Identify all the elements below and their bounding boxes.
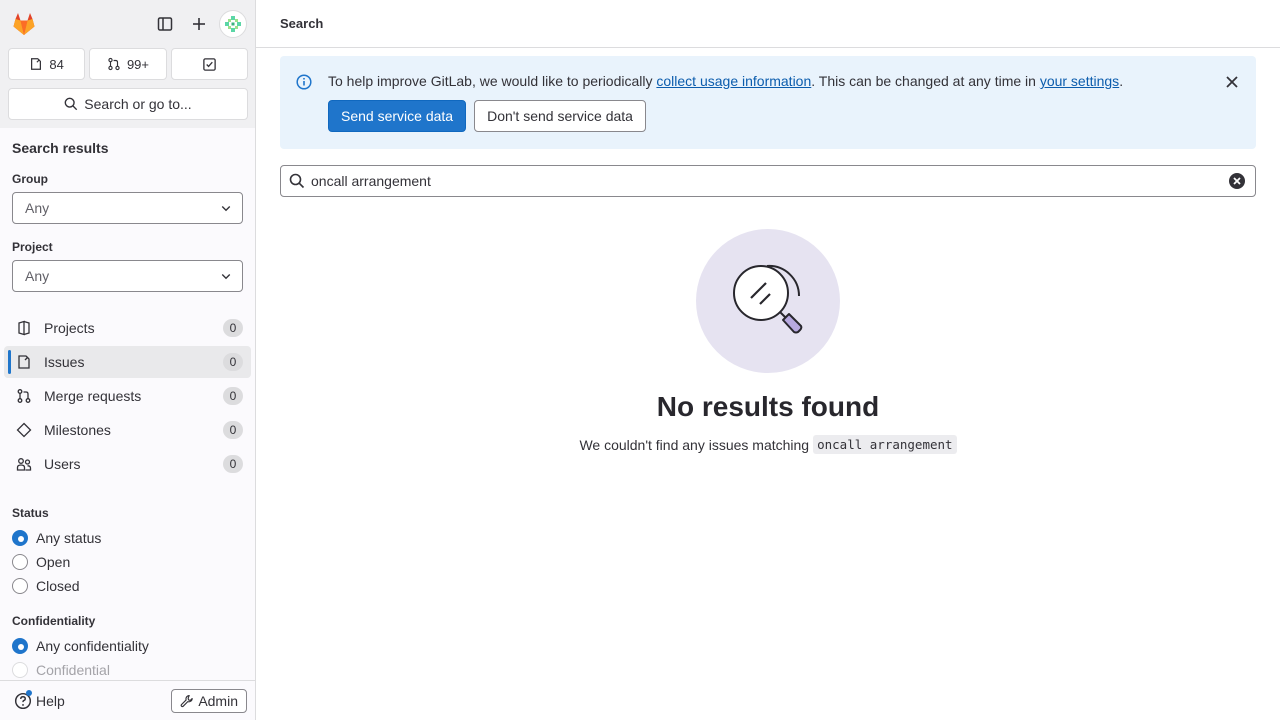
scope-label: Projects <box>44 320 95 336</box>
search-results-title: Search results <box>12 140 109 156</box>
user-avatar[interactable] <box>219 10 247 38</box>
main-content: Search To help improve GitLab, we would … <box>256 0 1280 720</box>
scope-issues[interactable]: Issues 0 <box>4 346 251 378</box>
alert-message: To help improve GitLab, we would like to… <box>328 73 1123 89</box>
merge-requests-count: 99+ <box>126 56 150 72</box>
search-input-value: oncall arrangement <box>311 173 431 189</box>
confidentiality-any-option[interactable]: Any confidentiality <box>12 634 243 658</box>
help-label: Help <box>36 692 65 709</box>
close-icon[interactable] <box>1224 74 1240 90</box>
radio-label: Open <box>36 554 71 570</box>
help-button[interactable]: Help <box>14 689 65 710</box>
radio-label: Closed <box>36 578 80 594</box>
confidentiality-filter-label: Confidentiality <box>12 614 96 628</box>
collect-usage-link[interactable]: collect usage information <box>656 73 811 89</box>
search-input[interactable]: oncall arrangement <box>280 165 1256 197</box>
scope-merge-requests[interactable]: Merge requests 0 <box>4 380 251 412</box>
status-filter-label: Status <box>12 506 49 520</box>
project-filter-value: Any <box>25 268 50 284</box>
scope-count-badge: 0 <box>223 455 243 473</box>
sidebar: 84 99+ Search or go to... Search results… <box>0 0 256 720</box>
radio-button[interactable] <box>12 578 28 594</box>
search-icon <box>64 97 78 111</box>
send-service-data-button[interactable]: Send service data <box>328 100 467 132</box>
project-filter-dropdown[interactable]: Any <box>12 260 243 292</box>
sidebar-footer: Help Admin <box>0 680 255 720</box>
breadcrumb[interactable]: Search <box>280 16 323 31</box>
users-icon <box>16 458 32 471</box>
alert-text-before: To help improve GitLab, we would like to… <box>328 73 657 89</box>
todos-counter[interactable] <box>170 48 248 80</box>
sidebar-toggle-icon[interactable] <box>149 8 181 40</box>
scope-milestones[interactable]: Milestones 0 <box>4 414 251 446</box>
alert-text-after: . <box>1119 73 1124 89</box>
search-or-go-to-label: Search or go to... <box>84 96 192 112</box>
scope-label: Issues <box>44 354 85 370</box>
info-icon <box>296 74 312 90</box>
todo-checkbox-icon <box>203 57 216 71</box>
scope-users[interactable]: Users 0 <box>4 448 251 480</box>
issues-count: 84 <box>49 56 64 72</box>
clear-search-icon[interactable] <box>1227 171 1247 191</box>
sidebar-header: 84 99+ Search or go to... <box>0 0 255 128</box>
issues-icon <box>18 355 30 369</box>
top-bar: Search <box>256 0 1280 48</box>
scope-count-badge: 0 <box>223 387 243 405</box>
empty-state-description: We couldn't find any issues matching onc… <box>256 435 1280 454</box>
milestone-icon <box>16 422 32 438</box>
scope-label: Users <box>44 456 81 472</box>
scope-label: Merge requests <box>44 388 142 404</box>
create-new-icon[interactable] <box>183 8 215 40</box>
radio-label: Confidential <box>36 662 110 678</box>
radio-button[interactable] <box>12 530 28 546</box>
scope-label: Milestones <box>44 422 111 438</box>
scope-count-badge: 0 <box>223 353 243 371</box>
admin-label: Admin <box>198 692 238 709</box>
radio-label: Any status <box>36 530 102 546</box>
group-filter-value: Any <box>25 200 50 216</box>
search-or-go-to-button[interactable]: Search or go to... <box>8 88 248 120</box>
status-open-option[interactable]: Open <box>12 550 243 574</box>
empty-state-title: No results found <box>656 391 880 422</box>
merge-requests-counter[interactable]: 99+ <box>89 48 167 80</box>
scope-count-badge: 0 <box>223 421 243 439</box>
project-filter-label: Project <box>12 240 53 254</box>
search-scope-nav: Projects 0 Issues 0 Merge requests 0 Mil… <box>4 312 251 480</box>
radio-button[interactable] <box>12 554 28 570</box>
search-icon <box>289 173 305 189</box>
notification-dot <box>26 689 32 696</box>
wrench-icon <box>180 694 194 707</box>
radio-label: Any confidentiality <box>36 638 149 654</box>
confidentiality-confidential-option[interactable]: Confidential <box>12 658 243 682</box>
service-ping-alert: To help improve GitLab, we would like to… <box>280 56 1256 149</box>
empty-state: No results found We couldn't find any is… <box>256 229 1280 454</box>
project-icon <box>18 320 30 336</box>
chevron-down-icon <box>221 206 231 212</box>
gitlab-logo-icon[interactable] <box>10 10 38 38</box>
status-closed-option[interactable]: Closed <box>12 574 243 598</box>
your-settings-link[interactable]: your settings <box>1040 73 1119 89</box>
scope-projects[interactable]: Projects 0 <box>4 312 251 344</box>
radio-button[interactable] <box>12 638 28 654</box>
admin-button[interactable]: Admin <box>171 688 247 713</box>
empty-state-text: We couldn't find any issues matching <box>579 436 810 453</box>
search-query-code: oncall arrangement <box>813 435 957 454</box>
group-filter-label: Group <box>12 172 48 186</box>
radio-button[interactable] <box>12 662 28 678</box>
assigned-issues-counter[interactable]: 84 <box>8 48 86 80</box>
magnifying-glass-illustration-icon <box>696 229 840 373</box>
chevron-down-icon <box>221 274 231 280</box>
status-any-option[interactable]: Any status <box>12 526 243 550</box>
group-filter-dropdown[interactable]: Any <box>12 192 243 224</box>
issues-icon <box>31 58 42 70</box>
dont-send-service-data-button[interactable]: Don't send service data <box>474 100 646 132</box>
scope-count-badge: 0 <box>223 319 243 337</box>
alert-text-middle: . This can be changed at any time in <box>811 73 1040 89</box>
merge-request-icon <box>108 57 120 71</box>
merge-request-icon <box>17 389 31 403</box>
